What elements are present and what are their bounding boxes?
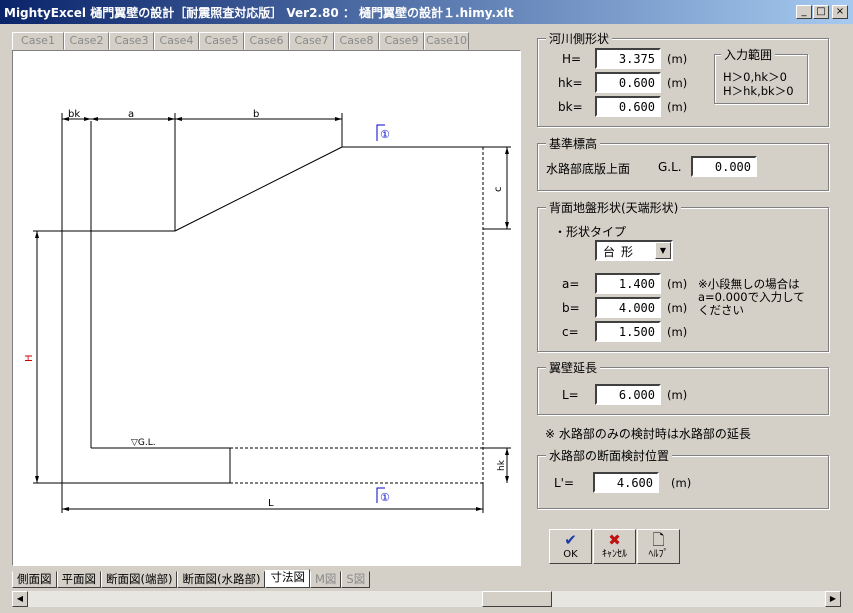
base-elevation-legend: 基準標高 — [546, 135, 601, 152]
input-range-legend: 入力範囲 — [721, 46, 776, 63]
help-button[interactable]: 🗋 ﾍﾙﾌﾟ — [637, 529, 680, 564]
tab-case7[interactable]: Case7 — [289, 32, 334, 50]
tab-m-diagram[interactable]: M図 — [309, 571, 342, 588]
h-unit: (m) — [667, 52, 688, 66]
channel-note: ※ 水路部のみの検討時は水路部の延長 — [545, 427, 751, 441]
tab-case9[interactable]: Case9 — [379, 32, 424, 50]
b-label: b= — [562, 301, 580, 315]
l-prime-unit: (m) — [671, 476, 692, 490]
ok-button[interactable]: ✔ OK — [549, 529, 592, 564]
tab-case6[interactable]: Case6 — [244, 32, 289, 50]
horizontal-scrollbar[interactable]: ◀ ▶ — [12, 591, 841, 607]
gl-field[interactable]: 0.000 — [691, 156, 757, 177]
window-title: MightyExcel 樋門翼壁の設計［耐震照査対応版］ Ver2.80 ： 樋… — [4, 6, 514, 20]
h-label: H= — [562, 52, 582, 66]
range-line1: H＞0,hk＞0 — [723, 70, 787, 84]
tab-dimension-view[interactable]: 寸法図 — [265, 569, 310, 588]
hk-label: hk= — [558, 76, 583, 90]
river-shape-group: 河川側形状 H= 3.375 (m) hk= 0.600 (m) bk= 0.6… — [537, 30, 829, 127]
slope-line — [174, 146, 343, 232]
back-ground-group: 背面地盤形状(天端形状) ・形状タイプ 台形 ▼ a= 1.400 (m) b=… — [537, 199, 829, 352]
range-line2: H＞hk,bk＞0 — [723, 84, 794, 98]
b-field[interactable]: 4.000 — [595, 297, 661, 318]
a-label: a= — [562, 277, 580, 291]
l-label: L= — [562, 388, 579, 402]
tab-case4[interactable]: Case4 — [154, 32, 199, 50]
dim-label-c: c — [493, 187, 504, 193]
c-unit: (m) — [667, 325, 688, 339]
section-label-bottom: ① — [380, 491, 390, 504]
cancel-label: ｷｬﾝｾﾙ — [602, 549, 627, 560]
c-label: c= — [562, 325, 579, 339]
h-field[interactable]: 3.375 — [595, 48, 661, 69]
dim-label-a: a — [128, 109, 134, 120]
dim-label-l: L — [268, 498, 274, 509]
help-label: ﾍﾙﾌﾟ — [648, 549, 669, 560]
check-icon: ✔ — [564, 531, 577, 549]
dim-label-bk: bk — [68, 109, 80, 120]
shape-type-select[interactable]: 台形 ▼ — [595, 240, 673, 261]
bk-field[interactable]: 0.600 — [595, 96, 661, 117]
shape-type-value: 台形 — [603, 245, 640, 259]
back-ground-legend: 背面地盤形状(天端形状) — [546, 199, 682, 216]
chevron-down-icon[interactable]: ▼ — [655, 242, 671, 259]
tab-case1[interactable]: Case1 — [12, 32, 64, 50]
minimize-button[interactable]: _ — [796, 5, 812, 19]
dim-label-b: b — [253, 109, 259, 120]
scroll-thumb[interactable] — [482, 591, 552, 607]
wing-length-legend: 翼壁延長 — [546, 359, 601, 376]
section-position-legend: 水路部の断面検討位置 — [546, 447, 673, 464]
l-unit: (m) — [667, 388, 688, 402]
tab-case2[interactable]: Case2 — [64, 32, 109, 50]
document-icon: 🗋 — [652, 531, 665, 549]
hk-unit: (m) — [667, 76, 688, 90]
hk-field[interactable]: 0.600 — [595, 72, 661, 93]
drawing-canvas: ① ① bk a b c H hk L ▽G.L. — [12, 50, 521, 566]
scroll-left-icon[interactable]: ◀ — [12, 591, 28, 607]
c-field[interactable]: 1.500 — [595, 321, 661, 342]
wing-length-group: 翼壁延長 L= 6.000 (m) — [537, 359, 829, 415]
tab-case10[interactable]: Case10 — [424, 32, 469, 50]
view-tabs: 側面図 平面図 断面図(端部) 断面図(水路部) 寸法図 M図 S図 — [12, 569, 371, 589]
scroll-right-icon[interactable]: ▶ — [825, 591, 841, 607]
base-elevation-group: 基準標高 水路部底版上面 G.L. 0.000 — [537, 135, 829, 191]
l-prime-label: L'= — [554, 476, 575, 490]
tab-side-view[interactable]: 側面図 — [12, 571, 57, 588]
note-line3: ください — [698, 303, 744, 317]
gl-field-label: G.L. — [658, 160, 682, 174]
a-field[interactable]: 1.400 — [595, 273, 661, 294]
ok-label: OK — [563, 549, 578, 560]
case-tabs: Case1 Case2 Case3 Case4 Case5 Case6 Case… — [12, 32, 469, 50]
dim-label-hk: hk — [497, 459, 507, 471]
tab-section-channel[interactable]: 断面図(水路部) — [177, 571, 266, 588]
section-label-top: ① — [380, 128, 390, 141]
cross-icon: ✖ — [608, 531, 621, 549]
tab-section-end[interactable]: 断面図(端部) — [101, 571, 178, 588]
gl-label: ▽G.L. — [131, 438, 156, 448]
title-bar: MightyExcel 樋門翼壁の設計［耐震照査対応版］ Ver2.80 ： 樋… — [0, 0, 853, 24]
elevation-label: 水路部底版上面 — [546, 162, 631, 176]
a-unit: (m) — [667, 277, 688, 291]
dim-label-h: H — [24, 354, 35, 362]
tab-case5[interactable]: Case5 — [199, 32, 244, 50]
shape-type-label: ・形状タイプ — [554, 225, 627, 239]
l-prime-field[interactable]: 4.600 — [593, 472, 659, 493]
tab-plan-view[interactable]: 平面図 — [56, 571, 101, 588]
close-button[interactable]: × — [832, 5, 848, 19]
dimension-drawing: ① ① bk a b c H hk L ▽G.L. — [24, 109, 511, 513]
bk-unit: (m) — [667, 100, 688, 114]
cancel-button[interactable]: ✖ ｷｬﾝｾﾙ — [593, 529, 636, 564]
river-shape-legend: 河川側形状 — [546, 30, 613, 47]
tab-case3[interactable]: Case3 — [109, 32, 154, 50]
input-range-box: 入力範囲 H＞0,hk＞0 H＞hk,bk＞0 — [714, 46, 808, 104]
maximize-button[interactable]: □ — [813, 5, 829, 19]
tab-s-diagram[interactable]: S図 — [341, 571, 371, 588]
b-unit: (m) — [667, 301, 688, 315]
tab-case8[interactable]: Case8 — [334, 32, 379, 50]
l-field[interactable]: 6.000 — [595, 384, 661, 405]
section-position-group: 水路部の断面検討位置 L'= 4.600 (m) — [537, 447, 829, 509]
bk-label: bk= — [558, 100, 583, 114]
